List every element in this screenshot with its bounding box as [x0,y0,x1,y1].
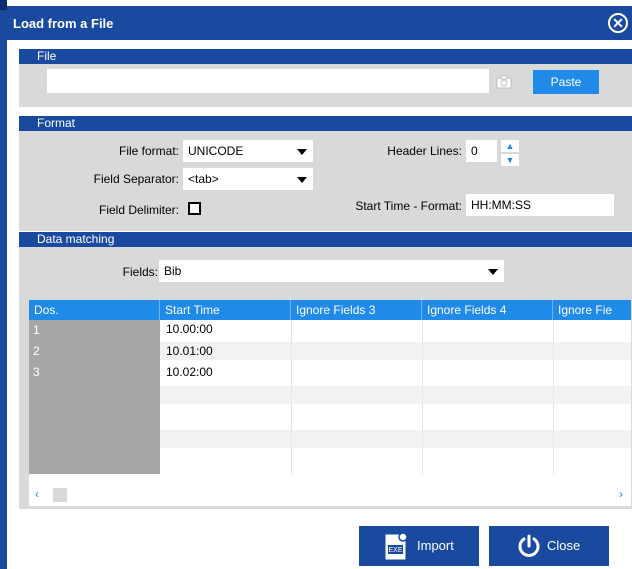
row-number[interactable]: 2 [33,344,40,358]
table-row[interactable]: 10.02:00 [160,363,631,381]
chevron-left-icon[interactable]: ‹ [35,487,39,501]
close-circle-icon[interactable]: ✕ [608,13,628,33]
column-header-ignore-4[interactable]: Ignore Fields 4 [422,300,553,320]
section-header-file: File [19,49,632,64]
column-divider [291,320,292,474]
file-format-label: File format: [118,144,179,158]
start-time-format-label: Start Time - Format: [355,199,462,213]
start-time-format-input[interactable]: HH:MM:SS [466,194,614,216]
row-number[interactable]: 3 [33,365,40,379]
camera-icon[interactable] [496,74,512,90]
field-separator-label: Field Separator: [93,172,179,186]
paste-button[interactable]: Paste [533,70,599,94]
data-grid: Dos. Start Time Ignore Fields 3 Ignore F… [29,300,631,506]
import-button[interactable]: EXE Import [359,526,479,566]
file-format-select[interactable]: UNICODE [183,140,313,162]
field-delimiter-label: Field Delimiter: [98,203,179,217]
header-lines-label: Header Lines: [387,144,462,158]
start-time-format-value: HH:MM:SS [471,198,531,212]
horizontal-scrollbar[interactable]: ‹ › [29,486,631,504]
table-row-empty[interactable] [160,430,631,448]
table-row[interactable]: 10.00:00 [160,320,631,338]
column-header-ignore-3[interactable]: Ignore Fields 3 [291,300,422,320]
load-from-file-dialog: Load from a File ✕ File Paste Format Fil… [7,6,632,569]
section-header-data-matching: Data matching [19,232,632,247]
column-header-ignore-5[interactable]: Ignore Fie [553,300,631,320]
chevron-right-icon[interactable]: › [619,487,623,501]
down-arrow-icon[interactable]: ▼ [501,154,519,166]
title-bar: Load from a File ✕ [7,6,632,40]
section-header-format: Format [19,116,632,131]
svg-text:EXE: EXE [388,547,402,554]
close-label: Close [547,538,581,553]
table-row-empty[interactable] [160,386,631,404]
dialog-title: Load from a File [13,16,114,31]
field-separator-select[interactable]: <tab> [183,168,313,190]
fields-select[interactable]: Bib [159,260,504,282]
row-header-column: 1 2 3 [29,320,160,474]
grid-header: Dos. Start Time Ignore Fields 3 Ignore F… [29,300,631,320]
table-row[interactable]: 10.01:00 [160,342,631,360]
exe-icon: EXE [385,532,407,560]
column-divider [553,320,554,474]
start-time-cell[interactable]: 10.02:00 [166,365,213,379]
column-divider [422,320,423,474]
file-format-value: UNICODE [188,144,244,158]
header-lines-spinner: ▲ ▼ [501,140,519,166]
field-separator-value: <tab> [188,172,219,186]
chevron-down-icon [488,269,498,275]
start-time-cell[interactable]: 10.00:00 [166,322,213,336]
header-lines-value: 0 [471,144,478,158]
table-row-empty[interactable] [160,408,631,426]
field-delimiter-checkbox[interactable] [188,202,201,215]
scroll-thumb[interactable] [53,488,67,502]
power-icon [518,534,540,557]
column-header-start-time[interactable]: Start Time [160,300,291,320]
left-edge [0,0,7,569]
table-row-empty[interactable] [160,452,631,470]
fields-value: Bib [164,264,182,278]
column-header-dos[interactable]: Dos. [29,300,160,320]
import-label: Import [417,538,454,553]
close-button[interactable]: Close [489,526,609,566]
fields-label: Fields: [122,265,158,279]
header-lines-input[interactable]: 0 [466,140,497,162]
file-path-input[interactable] [47,69,489,93]
up-arrow-icon[interactable]: ▲ [501,140,519,152]
start-time-cell[interactable]: 10.01:00 [166,344,213,358]
chevron-down-icon [297,149,307,155]
chevron-down-icon [297,177,307,183]
row-number[interactable]: 1 [33,323,40,337]
